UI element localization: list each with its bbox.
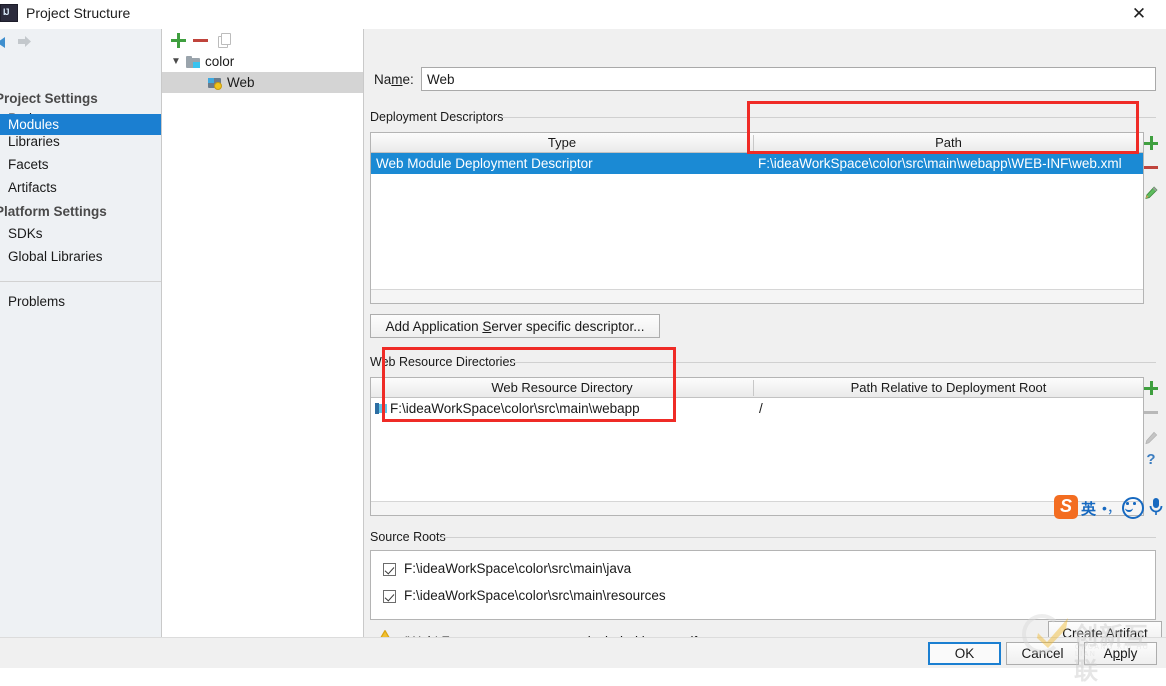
- name-label: Name:: [374, 72, 414, 87]
- watermark-check-icon: [1037, 618, 1068, 648]
- list-item-label: F:\ideaWorkSpace\color\src\main\java: [404, 561, 632, 576]
- column-header-path-relative[interactable]: Path Relative to Deployment Root: [754, 378, 1143, 397]
- sogou-s-icon[interactable]: S: [1054, 495, 1078, 519]
- cell-directory: F:\ideaWorkSpace\color\src\main\webapp: [390, 401, 640, 416]
- question-icon: ?: [1146, 451, 1156, 468]
- plus-icon: [1144, 136, 1158, 150]
- column-header-path[interactable]: Path: [754, 133, 1143, 152]
- horizontal-scrollbar[interactable]: [371, 501, 1143, 515]
- plus-icon[interactable]: [171, 33, 186, 48]
- table-row[interactable]: F:\ideaWorkSpace\color\src\main\webapp /: [371, 398, 1143, 419]
- minus-icon[interactable]: [193, 39, 208, 42]
- copy-icon[interactable]: [218, 33, 231, 48]
- cell-relative-path: /: [759, 401, 763, 416]
- module-tree-toolbar: [162, 29, 363, 51]
- nav-back-arrow-icon[interactable]: [0, 36, 10, 49]
- microphone-icon[interactable]: [1147, 497, 1165, 516]
- add-application-server-descriptor-button[interactable]: Add Application Server specific descript…: [370, 314, 660, 338]
- sidebar-item-problems[interactable]: Problems: [8, 294, 65, 309]
- group-separator-line: [439, 537, 1156, 538]
- deployment-descriptors-toolbar: [1140, 132, 1162, 212]
- sidebar-item-global-libraries[interactable]: Global Libraries: [8, 249, 103, 264]
- edit-web-resource-button[interactable]: [1140, 427, 1162, 449]
- title-bar: Project Structure ✕: [0, 0, 1166, 29]
- table-row[interactable]: Web Module Deployment Descriptor F:\idea…: [371, 153, 1143, 174]
- ime-mode-label[interactable]: 英: [1081, 498, 1096, 519]
- list-item[interactable]: F:\ideaWorkSpace\color\src\main\java: [371, 560, 1155, 580]
- intellij-idea-icon: [0, 4, 18, 22]
- tree-node-color[interactable]: ▼ color: [162, 51, 363, 72]
- web-facet-icon: [208, 77, 222, 90]
- list-item-label: F:\ideaWorkSpace\color\src\main\resource…: [404, 588, 666, 603]
- group-separator-line: [502, 117, 1156, 118]
- pencil-icon: [1145, 186, 1158, 199]
- horizontal-scrollbar[interactable]: [371, 289, 1143, 303]
- module-folder-icon: [186, 56, 200, 68]
- column-header-type[interactable]: Type: [371, 133, 753, 152]
- minus-icon: [1144, 166, 1158, 169]
- source-roots-list: F:\ideaWorkSpace\color\src\main\java F:\…: [370, 550, 1156, 620]
- sidebar-group-project-settings: Project Settings: [0, 91, 98, 106]
- web-resource-directories-group-label: Web Resource Directories: [370, 355, 521, 369]
- column-header-web-resource-directory[interactable]: Web Resource Directory: [371, 378, 753, 397]
- list-item[interactable]: F:\ideaWorkSpace\color\src\main\resource…: [371, 587, 1155, 607]
- pencil-icon: [1145, 431, 1158, 445]
- nav-forward-arrow-icon[interactable]: [17, 34, 32, 49]
- tree-node-web[interactable]: Web: [162, 72, 363, 93]
- ok-button[interactable]: OK: [928, 642, 1001, 665]
- help-web-resource-button[interactable]: ?: [1140, 450, 1162, 472]
- ime-punctuation-toggle[interactable]: •，: [1102, 498, 1121, 518]
- add-descriptor-button[interactable]: [1140, 132, 1162, 154]
- sidebar-item-facets[interactable]: Facets: [8, 157, 49, 172]
- sidebar-item-modules[interactable]: Modules: [0, 114, 161, 135]
- sidebar-item-libraries[interactable]: Libraries: [8, 134, 60, 149]
- close-icon[interactable]: ✕: [1120, 0, 1158, 28]
- project-structure-dialog: Project Structure ✕ Project Settings Pro…: [0, 0, 1166, 685]
- directory-icon: [375, 403, 387, 414]
- facet-settings-panel: Name: Deployment Descriptors Type Path W…: [364, 29, 1166, 652]
- source-root-checkbox[interactable]: [383, 563, 396, 576]
- cell-path: F:\ideaWorkSpace\color\src\main\webapp\W…: [758, 156, 1122, 171]
- module-tree-panel: ▼ color Web: [162, 29, 364, 637]
- source-root-checkbox[interactable]: [383, 590, 396, 603]
- plus-icon: [1144, 381, 1158, 395]
- sidebar-group-platform-settings: Platform Settings: [0, 204, 107, 219]
- table-header-row: Web Resource Directory Path Relative to …: [371, 378, 1143, 398]
- web-resource-directories-toolbar: ?: [1140, 377, 1162, 482]
- sidebar-item-artifacts[interactable]: Artifacts: [8, 180, 57, 195]
- web-resource-directories-table[interactable]: Web Resource Directory Path Relative to …: [370, 377, 1144, 516]
- group-separator-line: [512, 362, 1156, 363]
- edit-descriptor-button[interactable]: [1140, 182, 1162, 204]
- minus-icon: [1144, 411, 1158, 414]
- remove-web-resource-button[interactable]: [1140, 402, 1162, 424]
- sidebar-nav-row: [0, 29, 161, 56]
- tree-node-label: Web: [227, 75, 255, 90]
- add-web-resource-button[interactable]: [1140, 377, 1162, 399]
- chevron-down-icon[interactable]: ▼: [169, 51, 183, 72]
- tree-node-label: color: [205, 54, 235, 69]
- sidebar-item-sdks[interactable]: SDKs: [8, 226, 43, 241]
- table-header-row: Type Path: [371, 133, 1143, 153]
- deployment-descriptors-group-label: Deployment Descriptors: [370, 110, 509, 124]
- deployment-descriptors-table[interactable]: Type Path Web Module Deployment Descript…: [370, 132, 1144, 304]
- sidebar-divider: [0, 281, 161, 282]
- watermark: 创新互联 CHUANG XIN HU LIAN: [1022, 612, 1166, 685]
- window-title: Project Structure: [26, 5, 131, 21]
- remove-descriptor-button[interactable]: [1140, 157, 1162, 179]
- watermark-subtext: CHUANG XIN HU LIAN: [1075, 644, 1150, 658]
- cell-type: Web Module Deployment Descriptor: [376, 156, 593, 171]
- settings-sidebar: Project Settings Project Modules Librari…: [0, 29, 162, 637]
- name-input[interactable]: [421, 67, 1156, 91]
- sogou-ime-toolbar: S 英 •，: [1054, 495, 1166, 521]
